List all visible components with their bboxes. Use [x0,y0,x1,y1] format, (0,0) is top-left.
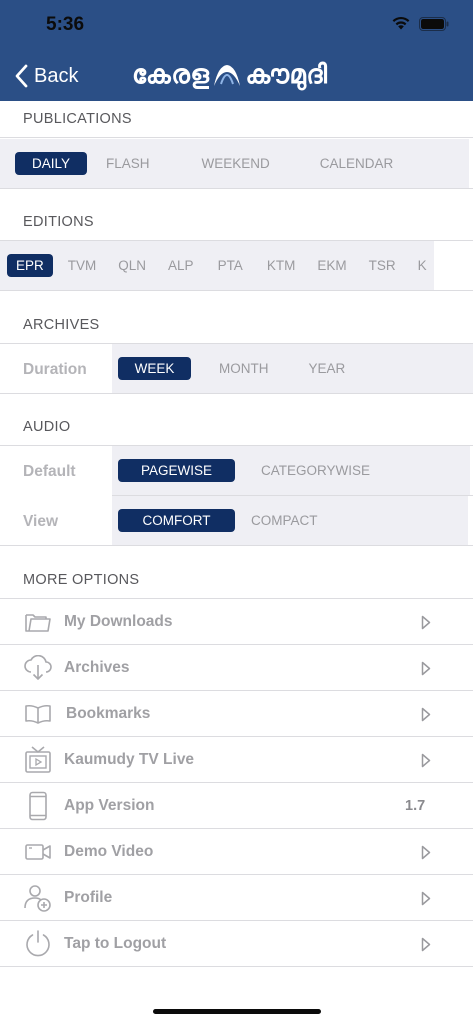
chevron-right-icon [421,661,431,676]
publication-flash[interactable]: FLASH [97,152,159,175]
publication-daily[interactable]: DAILY [15,152,87,175]
status-time: 5:36 [46,14,85,35]
menu-item-archives[interactable]: Archives [0,645,473,691]
duration-year[interactable]: YEAR [300,357,355,380]
chevron-right-icon [421,937,431,952]
publications-header: PUBLICATIONS [0,101,473,138]
folder-icon [23,608,53,636]
home-indicator[interactable] [153,1009,321,1014]
video-camera-icon [23,838,53,866]
app-version-value: 1.7 [405,797,426,814]
edition-alp[interactable]: ALP [159,254,203,277]
duration-month[interactable]: MONTH [210,357,278,380]
audio-categorywise[interactable]: CATEGORYWISE [252,459,379,482]
divider [0,545,473,546]
divider [0,290,473,291]
divider [0,188,473,189]
logo-emblem-icon [214,65,241,86]
menu-label: Profile [64,888,113,906]
edition-pta[interactable]: PTA [209,254,252,277]
menu-item-bookmarks[interactable]: Bookmarks [0,691,473,737]
editions-header: EDITIONS [0,204,473,241]
menu-label: Tap to Logout [64,934,167,952]
divider [0,393,473,394]
battery-icon [419,17,449,36]
chevron-left-icon [15,64,28,88]
edition-ekm[interactable]: EKM [308,254,355,277]
back-label: Back [34,64,79,87]
phone-icon [23,791,53,821]
book-icon [23,700,53,728]
publication-weekend[interactable]: WEEKEND [193,152,279,175]
audio-compact[interactable]: COMPACT [242,509,327,532]
wifi-icon [391,16,411,35]
chevron-right-icon [421,615,431,630]
more-options-header: MORE OPTIONS [0,562,473,599]
menu-label: App Version [64,796,155,814]
publication-calendar[interactable]: CALENDAR [311,152,403,175]
edition-ktm[interactable]: KTM [258,254,305,277]
menu-label: Bookmarks [66,704,151,722]
audio-view-selector: COMFORT COMPACT [112,496,468,545]
logo-text-left: കേരള [132,59,210,89]
duration-week[interactable]: WEEK [118,357,191,380]
back-button[interactable]: Back [14,62,78,90]
edition-qln[interactable]: QLN [109,254,155,277]
edition-tvm[interactable]: TVM [59,254,106,277]
chevron-right-icon [421,753,431,768]
menu-label: Archives [64,658,130,676]
menu-item-demo-video[interactable]: Demo Video [0,829,473,875]
audio-header: AUDIO [0,409,473,446]
editions-selector: EPR TVM QLN ALP PTA KTM EKM TSR K [0,241,434,290]
menu-item-logout[interactable]: Tap to Logout [0,921,473,967]
tv-icon [23,746,53,774]
chevron-right-icon [421,891,431,906]
archives-header: ARCHIVES [0,307,473,344]
duration-selector: WEEK MONTH YEAR [112,344,473,393]
menu-item-kaumudy-tv-live[interactable]: Kaumudy TV Live [0,737,473,783]
audio-view-label: View [0,497,112,546]
audio-default-selector: PAGEWISE CATEGORYWISE [112,446,470,495]
navigation-bar: 5:36 Back കേരള കൗമുദി [0,0,473,101]
chevron-right-icon [421,707,431,722]
logo-text-right: കൗമുദി [245,59,328,89]
menu-label: Demo Video [64,842,154,860]
power-icon [23,930,53,958]
add-user-icon [23,884,53,912]
menu-item-my-downloads[interactable]: My Downloads [0,599,473,645]
menu-label: My Downloads [64,612,173,630]
app-logo: കേരള കൗമുദി [132,58,344,92]
edition-k[interactable]: K [409,254,434,277]
duration-label: Duration [0,345,112,394]
edition-tsr[interactable]: TSR [360,254,405,277]
audio-pagewise[interactable]: PAGEWISE [118,459,235,482]
audio-comfort[interactable]: COMFORT [118,509,235,532]
menu-item-profile[interactable]: Profile [0,875,473,921]
menu-label: Kaumudy TV Live [64,750,195,768]
publications-selector: DAILY FLASH WEEKEND CALENDAR [0,139,469,188]
menu-item-app-version: App Version 1.7 [0,783,473,829]
cloud-download-icon [23,654,53,682]
audio-default-label: Default [0,447,112,496]
chevron-right-icon [421,845,431,860]
edition-epr[interactable]: EPR [7,254,53,277]
